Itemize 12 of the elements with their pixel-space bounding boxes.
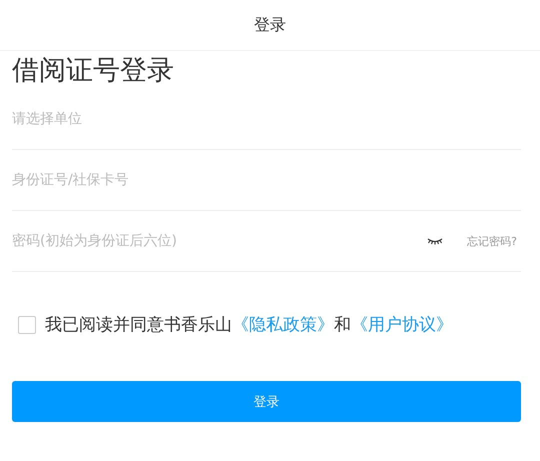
privacy-policy-link[interactable]: 《隐私政策》 — [232, 315, 334, 335]
unit-select-field[interactable]: 请选择单位 — [12, 111, 521, 127]
closed-eye-icon[interactable] — [427, 237, 444, 245]
password-field[interactable]: 密码(初始为身份证后六位) — [12, 233, 428, 249]
id-number-field[interactable]: 身份证号/社保卡号 — [12, 172, 521, 188]
user-agreement-link[interactable]: 《用户协议》 — [351, 315, 453, 335]
forgot-password-link[interactable]: 忘记密码? — [467, 234, 517, 248]
login-button[interactable]: 登录 — [12, 381, 521, 422]
login-heading: 借阅证号登录 — [12, 54, 175, 88]
page-title: 登录 — [254, 14, 286, 36]
agreement-text: 我已阅读并同意书香乐山《隐私政策》和《用户协议》 — [45, 314, 453, 336]
agreement-checkbox[interactable] — [18, 316, 36, 334]
